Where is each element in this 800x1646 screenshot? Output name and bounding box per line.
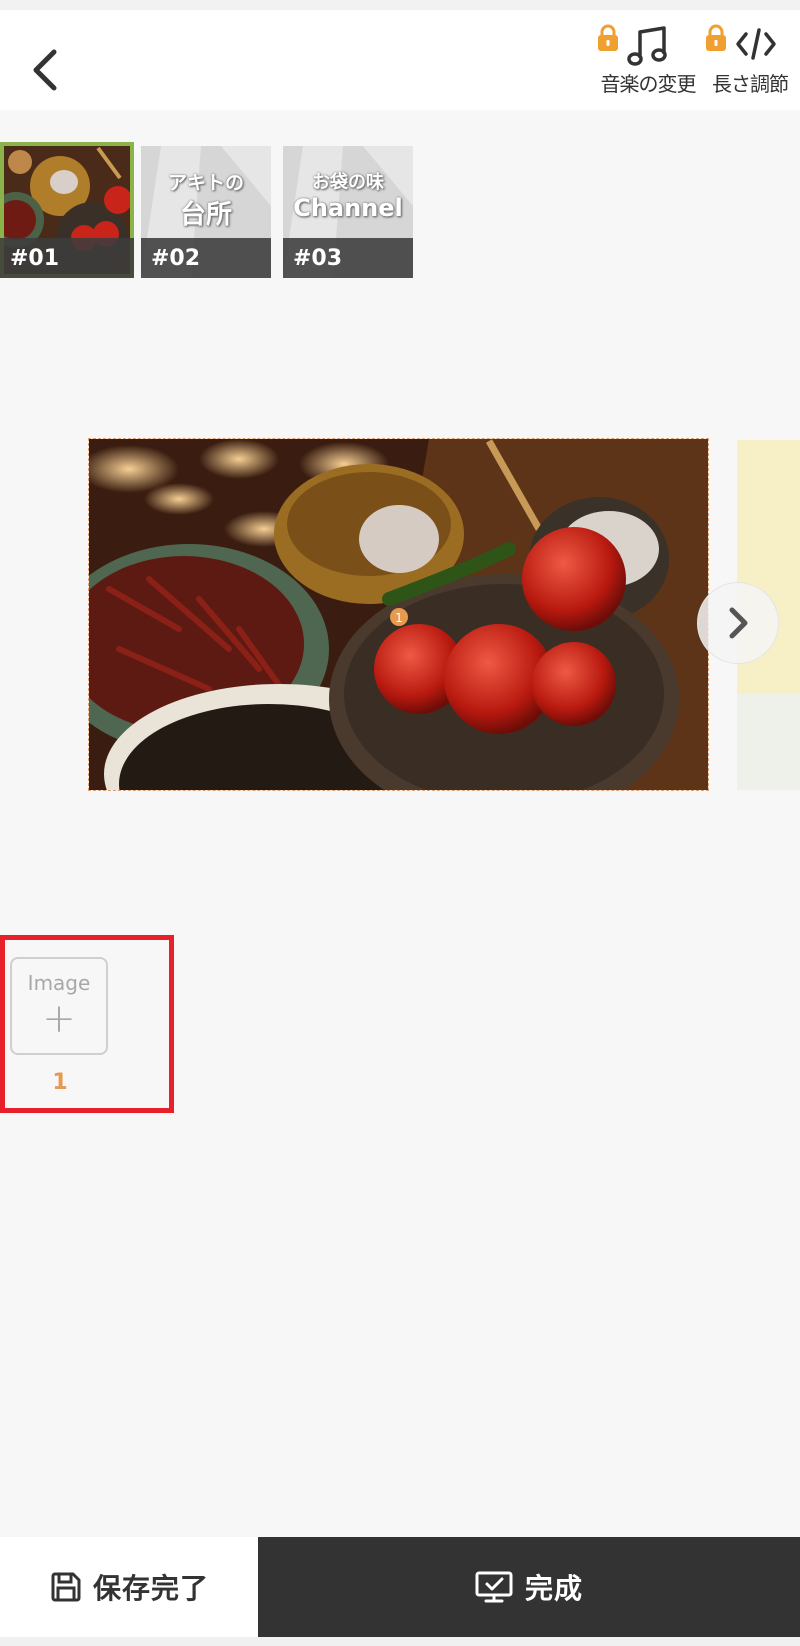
scene-preview-canvas[interactable]: 1 bbox=[88, 438, 709, 791]
scene-3-title-line-2: Channel bbox=[293, 194, 403, 222]
scene-3-title-line-1: お袋の味 bbox=[312, 172, 384, 193]
back-button[interactable] bbox=[22, 40, 68, 100]
change-music-label: 音楽の変更 bbox=[600, 72, 697, 96]
next-slide-preview-bottom bbox=[737, 694, 800, 790]
scene-thumbnail-strip: #01 アキトの 台所 #02 お袋の味 Channel #03 bbox=[0, 142, 800, 282]
music-note-icon bbox=[627, 26, 667, 66]
next-slide-button[interactable] bbox=[697, 582, 779, 664]
scene-thumbnail-2[interactable]: アキトの 台所 #02 bbox=[141, 146, 271, 278]
change-music-button[interactable]: 音楽の変更 bbox=[596, 14, 700, 104]
save-complete-button[interactable]: 保存完了 bbox=[0, 1537, 258, 1637]
scene-2-title-line-1: アキトの bbox=[167, 172, 244, 194]
save-icon bbox=[51, 1572, 81, 1602]
chevron-right-icon bbox=[729, 607, 748, 639]
chevron-left-icon bbox=[33, 49, 57, 91]
header-bar: 音楽の変更 長さ調節 bbox=[0, 10, 800, 110]
add-image-slot[interactable]: Image + bbox=[10, 957, 108, 1055]
scene-badge: #02 bbox=[141, 238, 271, 278]
scene-thumbnail-3[interactable]: お袋の味 Channel #03 bbox=[283, 146, 413, 278]
image-slot-title: Image bbox=[27, 971, 91, 995]
adjust-length-label: 長さ調節 bbox=[712, 72, 789, 96]
status-strip bbox=[0, 0, 800, 10]
lock-icon bbox=[598, 24, 618, 51]
bottom-strip bbox=[0, 1637, 800, 1646]
adjust-length-button[interactable]: 長さ調節 bbox=[704, 14, 796, 104]
scene-badge: #01 bbox=[0, 238, 134, 278]
monitor-check-icon bbox=[475, 1571, 513, 1603]
editor-screen: 音楽の変更 長さ調節 #01 アキトの 台所 #02 お袋の味 Channel … bbox=[0, 0, 800, 1646]
code-brackets-icon bbox=[736, 28, 776, 60]
scene-preview-photo: 1 bbox=[89, 439, 708, 790]
plus-icon: + bbox=[42, 996, 76, 1042]
scene-thumbnail-1[interactable]: #01 bbox=[0, 142, 134, 278]
scene-2-title-line-2: 台所 bbox=[179, 200, 232, 230]
save-complete-label: 保存完了 bbox=[92, 1572, 209, 1605]
scene-badge: #03 bbox=[283, 238, 413, 278]
bottom-action-bar: 保存完了 完成 bbox=[0, 1537, 800, 1637]
canvas-marker-number: 1 bbox=[395, 611, 403, 625]
image-slot-number: 1 bbox=[52, 1070, 68, 1095]
lock-icon bbox=[706, 24, 726, 51]
finish-button[interactable]: 完成 bbox=[258, 1537, 800, 1637]
finish-label: 完成 bbox=[524, 1572, 583, 1605]
